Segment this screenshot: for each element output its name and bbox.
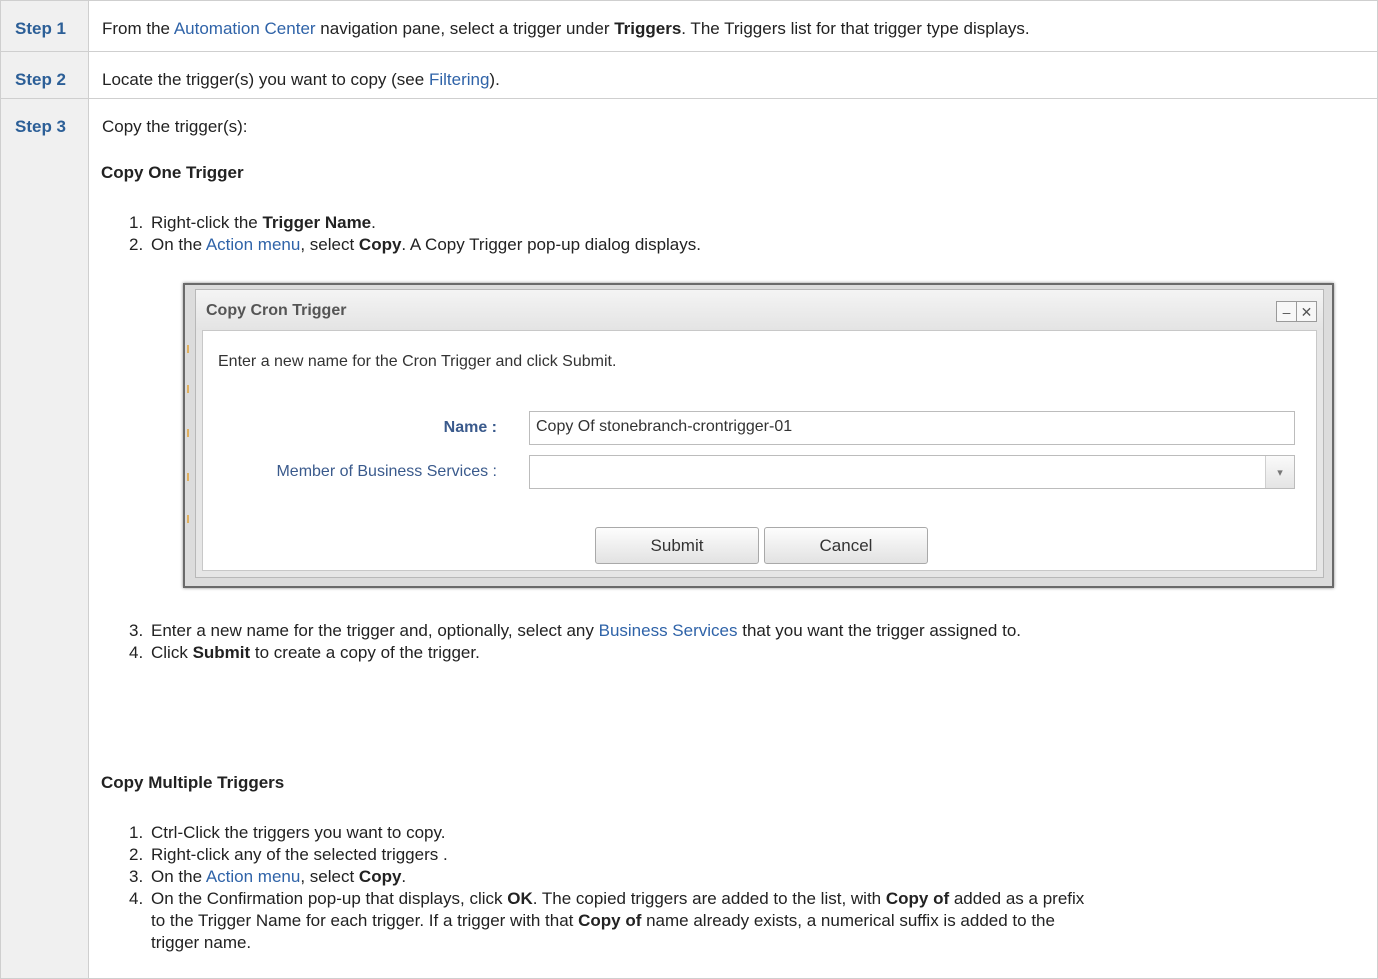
business-services-label: Member of Business Services : bbox=[276, 463, 497, 480]
left-edge-marks bbox=[187, 345, 189, 525]
step-label: Step 1 bbox=[0, 0, 89, 52]
list-item: 3. On the Action menu, select Copy. bbox=[129, 866, 1084, 888]
chevron-down-icon[interactable]: ▾ bbox=[1265, 456, 1294, 488]
list-item: 2. On the Action menu, select Copy. A Cop… bbox=[129, 234, 701, 256]
list-text: Ctrl-Click the triggers you want to copy… bbox=[151, 823, 446, 842]
dialog-body: Enter a new name for the Cron Trigger an… bbox=[202, 330, 1317, 571]
list-text: that you want the trigger assigned to. bbox=[737, 621, 1022, 640]
list-bold-text: Trigger Name bbox=[262, 213, 372, 232]
submit-button[interactable]: Submit bbox=[595, 527, 759, 564]
list-text: , select bbox=[300, 867, 359, 886]
copy-one-heading: Copy One Trigger bbox=[101, 163, 244, 182]
copy-one-list-continued: 3. Enter a new name for the trigger and, … bbox=[129, 620, 1022, 664]
step-text: ). bbox=[489, 70, 500, 89]
list-number: 4. bbox=[129, 889, 144, 908]
list-text: trigger name. bbox=[151, 933, 252, 952]
list-item: 1. Right-click the Trigger Name. bbox=[129, 212, 701, 234]
list-text: name already exists, a numerical suffix … bbox=[641, 911, 1055, 930]
minimize-icon[interactable]: – bbox=[1277, 302, 1296, 321]
list-item: 4. Click Submit to create a copy of the t… bbox=[129, 642, 1021, 664]
list-bold-text: Copy of bbox=[885, 889, 950, 908]
step-row-2: Step 2 Locate the trigger(s) you want to… bbox=[0, 51, 1378, 99]
list-text: to create a copy of the trigger. bbox=[250, 643, 480, 662]
action-menu-link[interactable]: Action menu bbox=[206, 235, 301, 254]
list-number: 4. bbox=[129, 643, 144, 662]
list-bold-text: Copy bbox=[358, 235, 402, 254]
step-text: Locate the trigger(s) you want to copy (… bbox=[102, 70, 429, 89]
filtering-link[interactable]: Filtering bbox=[429, 70, 489, 89]
list-text: , select bbox=[300, 235, 359, 254]
automation-center-link[interactable]: Automation Center bbox=[174, 19, 316, 38]
step-bold-text: Triggers bbox=[614, 19, 682, 38]
list-text: On the bbox=[151, 867, 206, 886]
list-text: . bbox=[371, 213, 376, 232]
copy-trigger-dialog-screenshot: Copy Cron Trigger – ✕ Enter a new name f… bbox=[183, 283, 1334, 588]
step-text: . The Triggers list for that trigger typ… bbox=[681, 19, 1030, 38]
step-content: From the Automation Center navigation pa… bbox=[88, 0, 1378, 52]
step-label: Step 2 bbox=[0, 51, 89, 99]
list-text: On the bbox=[151, 235, 206, 254]
list-bold-text: Copy of bbox=[578, 911, 642, 930]
list-number: 2. bbox=[129, 845, 144, 864]
list-text: . A Copy Trigger pop-up dialog displays. bbox=[401, 235, 701, 254]
list-text: Right-click any of the selected triggers… bbox=[151, 845, 448, 864]
list-bold-text: Submit bbox=[192, 643, 251, 662]
step-text: From the bbox=[102, 19, 174, 38]
business-services-select[interactable]: ▾ bbox=[529, 455, 1295, 489]
list-text: Enter a new name for the trigger and, op… bbox=[151, 621, 599, 640]
list-bold-text: OK bbox=[507, 889, 533, 908]
list-item: 2. Right-click any of the selected trigge… bbox=[129, 844, 1084, 866]
action-menu-link[interactable]: Action menu bbox=[206, 867, 301, 886]
name-label: Name : bbox=[443, 419, 497, 436]
list-text: to the Trigger Name for each trigger. If… bbox=[151, 911, 579, 930]
dialog-instruction: Enter a new name for the Cron Trigger an… bbox=[218, 353, 617, 370]
list-number: 3. bbox=[129, 621, 144, 640]
list-number: 3. bbox=[129, 867, 144, 886]
copy-multiple-list: 1. Ctrl-Click the triggers you want to co… bbox=[129, 822, 1085, 954]
step-intro: Copy the trigger(s): bbox=[102, 117, 248, 136]
list-number: 1. bbox=[129, 213, 144, 232]
list-text: Right-click the bbox=[151, 213, 263, 232]
copy-one-list: 1. Right-click the Trigger Name. 2. On the… bbox=[129, 212, 701, 256]
copy-multiple-heading: Copy Multiple Triggers bbox=[101, 773, 285, 792]
list-item: 3. Enter a new name for the trigger and, … bbox=[129, 620, 1022, 642]
step-text: navigation pane, select a trigger under bbox=[315, 19, 615, 38]
cancel-button[interactable]: Cancel bbox=[764, 527, 928, 564]
list-number: 2. bbox=[129, 235, 144, 254]
list-number: 1. bbox=[129, 823, 144, 842]
list-item: 1. Ctrl-Click the triggers you want to co… bbox=[129, 822, 1084, 844]
dialog-title: Copy Cron Trigger bbox=[206, 302, 347, 319]
step-label: Step 3 bbox=[0, 98, 89, 979]
list-text: . bbox=[401, 867, 407, 886]
list-text: . The copied triggers are added to the l… bbox=[532, 889, 886, 908]
list-text: On the Confirmation pop-up that displays… bbox=[151, 889, 508, 908]
step-content: Locate the trigger(s) you want to copy (… bbox=[88, 51, 1378, 99]
window-controls: – ✕ bbox=[1276, 301, 1317, 322]
dialog-titlebar: Copy Cron Trigger – ✕ bbox=[196, 290, 1323, 330]
close-icon[interactable]: ✕ bbox=[1296, 302, 1316, 321]
business-services-link[interactable]: Business Services bbox=[599, 621, 738, 640]
list-bold-text: Copy bbox=[358, 867, 402, 886]
dialog-window: Copy Cron Trigger – ✕ Enter a new name f… bbox=[195, 289, 1324, 578]
list-text: added as a prefix bbox=[949, 889, 1085, 908]
name-field[interactable]: Copy Of stonebranch-crontrigger-01 bbox=[529, 411, 1295, 445]
step-row-1: Step 1 From the Automation Center naviga… bbox=[0, 0, 1378, 52]
list-text: Click bbox=[151, 643, 193, 662]
list-item: 4. On the Confirmation pop-up that displa… bbox=[129, 888, 1085, 954]
